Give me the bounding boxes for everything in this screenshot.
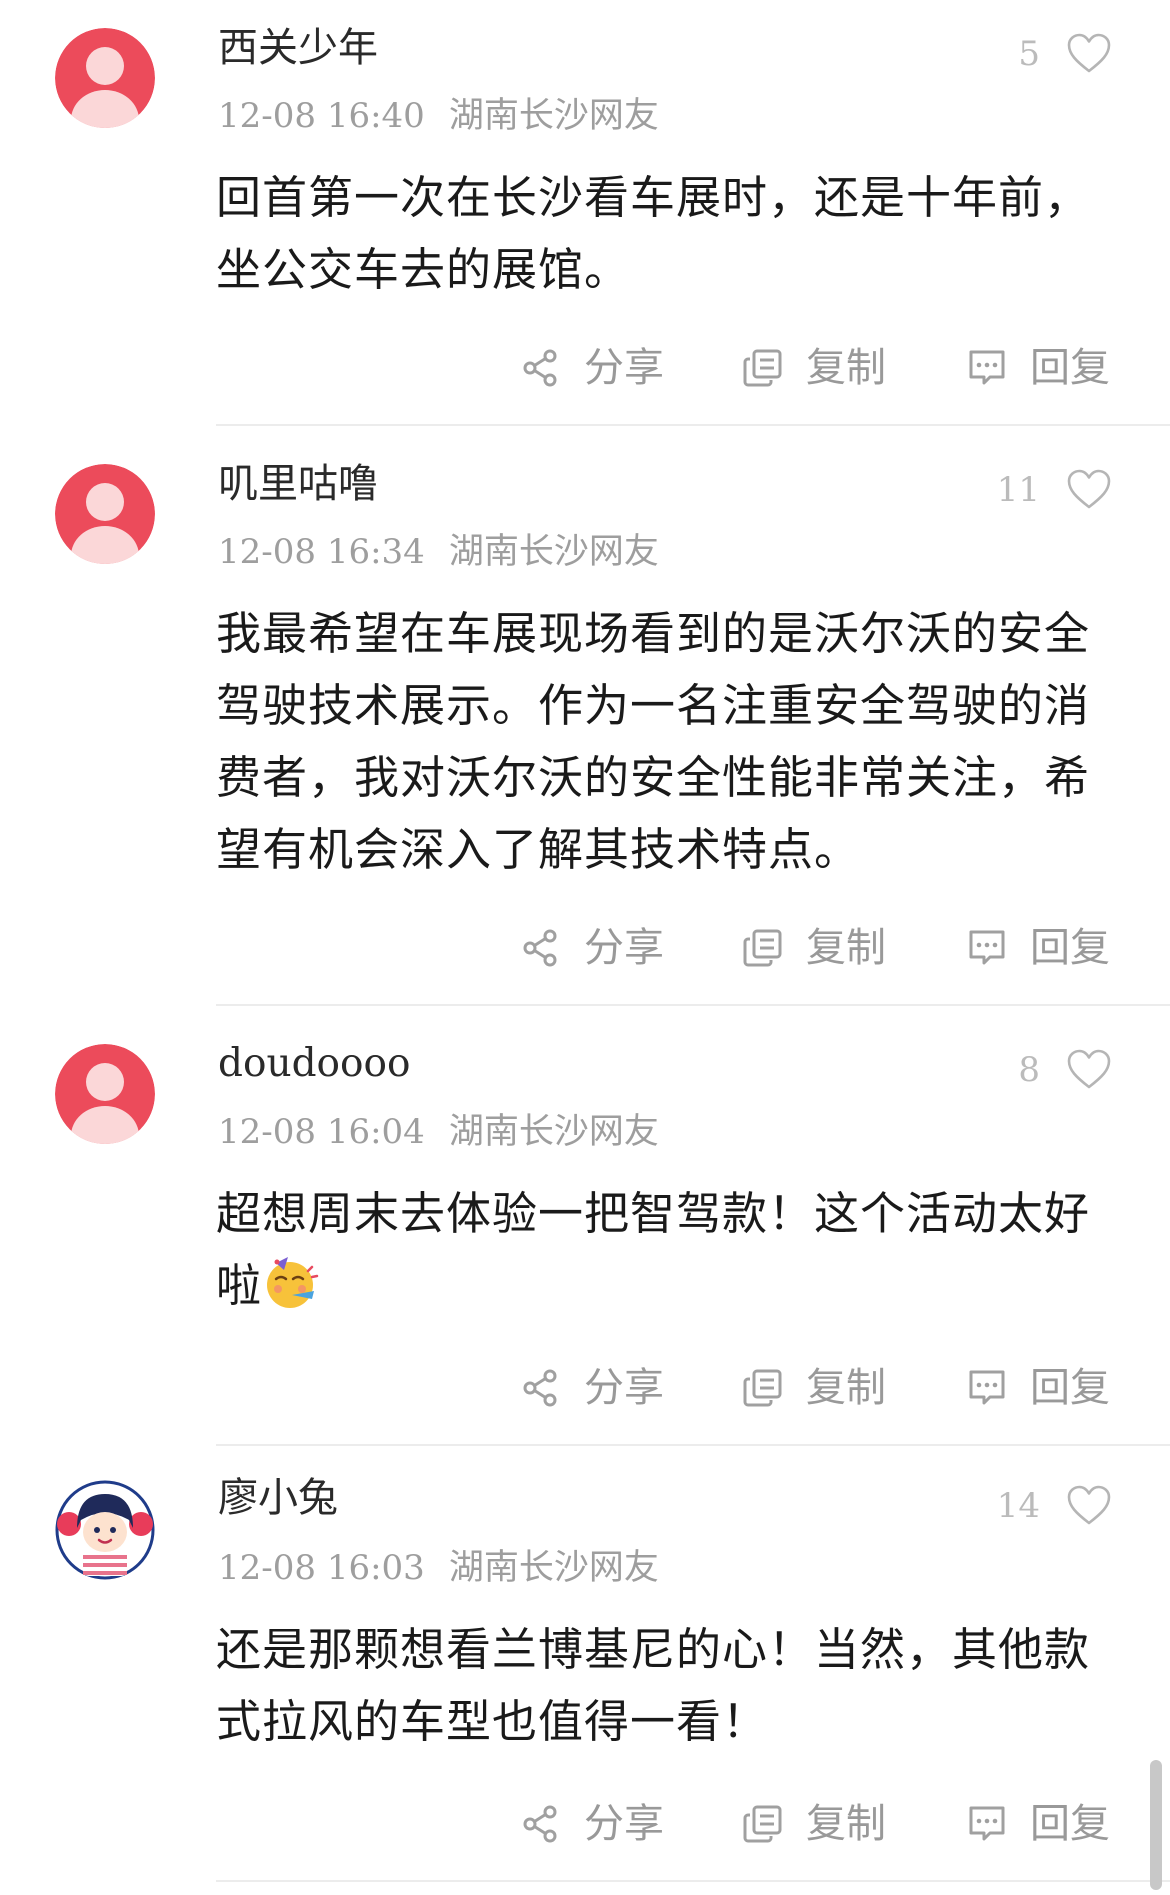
reply-button[interactable]: 回复 [966,1796,1110,1852]
copy-label: 复制 [806,925,886,971]
reply-icon [969,930,1005,965]
heart-icon[interactable] [1066,32,1112,74]
comment-actions: 分享 复制 回复 [0,1796,1170,1852]
share-icon [523,929,557,967]
reply-label: 回复 [1030,1801,1110,1847]
divider [216,1004,1170,1006]
share-button[interactable]: 分享 [520,920,664,976]
cartoon-girl-avatar-icon [55,1480,155,1580]
copy-button[interactable]: 复制 [742,1796,886,1852]
user-avatar[interactable] [55,464,155,564]
comment-location: 湖南长沙网友 [448,1112,659,1152]
reply-label: 回复 [1030,1365,1110,1411]
share-icon [523,1369,557,1407]
comment-actions: 分享 复制 回复 [0,1360,1170,1416]
like-count: 5 [1018,34,1040,74]
comment-meta: 12-08 16:40 湖南长沙网友 [218,94,659,138]
reply-icon [969,1370,1005,1405]
comment-text-wrapper: 超想周末去体验一把智驾款！这个活动太好啦 [216,1178,1116,1322]
reply-icon [969,350,1005,385]
copy-label: 复制 [806,345,886,391]
comment-time: 12-08 16:34 [218,532,425,572]
share-label: 分享 [584,1801,664,1847]
share-button[interactable]: 分享 [520,1796,664,1852]
share-label: 分享 [584,925,664,971]
comment-actions: 分享 复制 回复 [0,340,1170,396]
comment-text: 我最希望在车展现场看到的是沃尔沃的安全驾驶技术展示。作为一名注重安全驾驶的消费者… [216,607,1091,876]
heart-icon[interactable] [1066,468,1112,510]
share-button[interactable]: 分享 [520,340,664,396]
comment-time: 12-08 16:04 [218,1112,425,1152]
default-avatar-icon [55,28,155,128]
heart-icon[interactable] [1066,1048,1112,1090]
copy-label: 复制 [806,1801,886,1847]
comment-time: 12-08 16:40 [218,96,425,136]
reply-icon [969,1806,1005,1841]
user-avatar[interactable] [55,28,155,128]
comment-text: 还是那颗想看兰博基尼的心！当然，其他款式拉风的车型也值得一看！ [216,1623,1091,1748]
reply-label: 回复 [1030,345,1110,391]
default-avatar-icon [55,464,155,564]
username[interactable]: 叽里咕噜 [218,460,378,508]
username[interactable]: 西关少年 [218,24,378,72]
divider [216,424,1170,426]
heart-icon[interactable] [1066,1484,1112,1526]
divider [216,1880,1170,1882]
scrollbar[interactable] [1150,1760,1162,1890]
share-icon [523,349,557,387]
comment-text: 回首第一次在长沙看车展时，还是十年前，坐公交车去的展馆。 [216,171,1091,296]
share-label: 分享 [584,345,664,391]
copy-label: 复制 [806,1365,886,1411]
comment-actions: 分享 复制 回复 [0,920,1170,976]
comment-location: 湖南长沙网友 [448,532,659,572]
comment-location: 湖南长沙网友 [448,96,659,136]
default-avatar-icon [55,1044,155,1144]
comment-meta: 12-08 16:04 湖南长沙网友 [218,1110,659,1154]
reply-label: 回复 [1030,925,1110,971]
user-avatar[interactable] [55,1044,155,1144]
copy-button[interactable]: 复制 [742,1360,886,1416]
reply-button[interactable]: 回复 [966,1360,1110,1416]
copy-icon [743,349,782,387]
like-count: 8 [1018,1050,1040,1090]
username[interactable]: doudoooo [218,1040,410,1088]
copy-icon [743,929,782,967]
copy-icon [743,1805,782,1843]
copy-button[interactable]: 复制 [742,340,886,396]
comment-time: 12-08 16:03 [218,1548,425,1588]
reply-button[interactable]: 回复 [966,340,1110,396]
divider [216,1444,1170,1446]
partying-face-emoji-icon [267,1257,319,1308]
copy-icon [743,1369,782,1407]
share-icon [523,1805,557,1843]
reply-button[interactable]: 回复 [966,920,1110,976]
comment-meta: 12-08 16:34 湖南长沙网友 [218,530,659,574]
like-count: 14 [996,1486,1040,1526]
comment-location: 湖南长沙网友 [448,1548,659,1588]
comment-text: 超想周末去体验一把智驾款！这个活动太好啦 [216,1187,1091,1312]
user-avatar[interactable] [55,1480,155,1580]
comment-meta: 12-08 16:03 湖南长沙网友 [218,1546,659,1590]
share-button[interactable]: 分享 [520,1360,664,1416]
copy-button[interactable]: 复制 [742,920,886,976]
share-label: 分享 [584,1365,664,1411]
username[interactable]: 廖小兔 [218,1474,338,1522]
like-count: 11 [996,470,1040,510]
